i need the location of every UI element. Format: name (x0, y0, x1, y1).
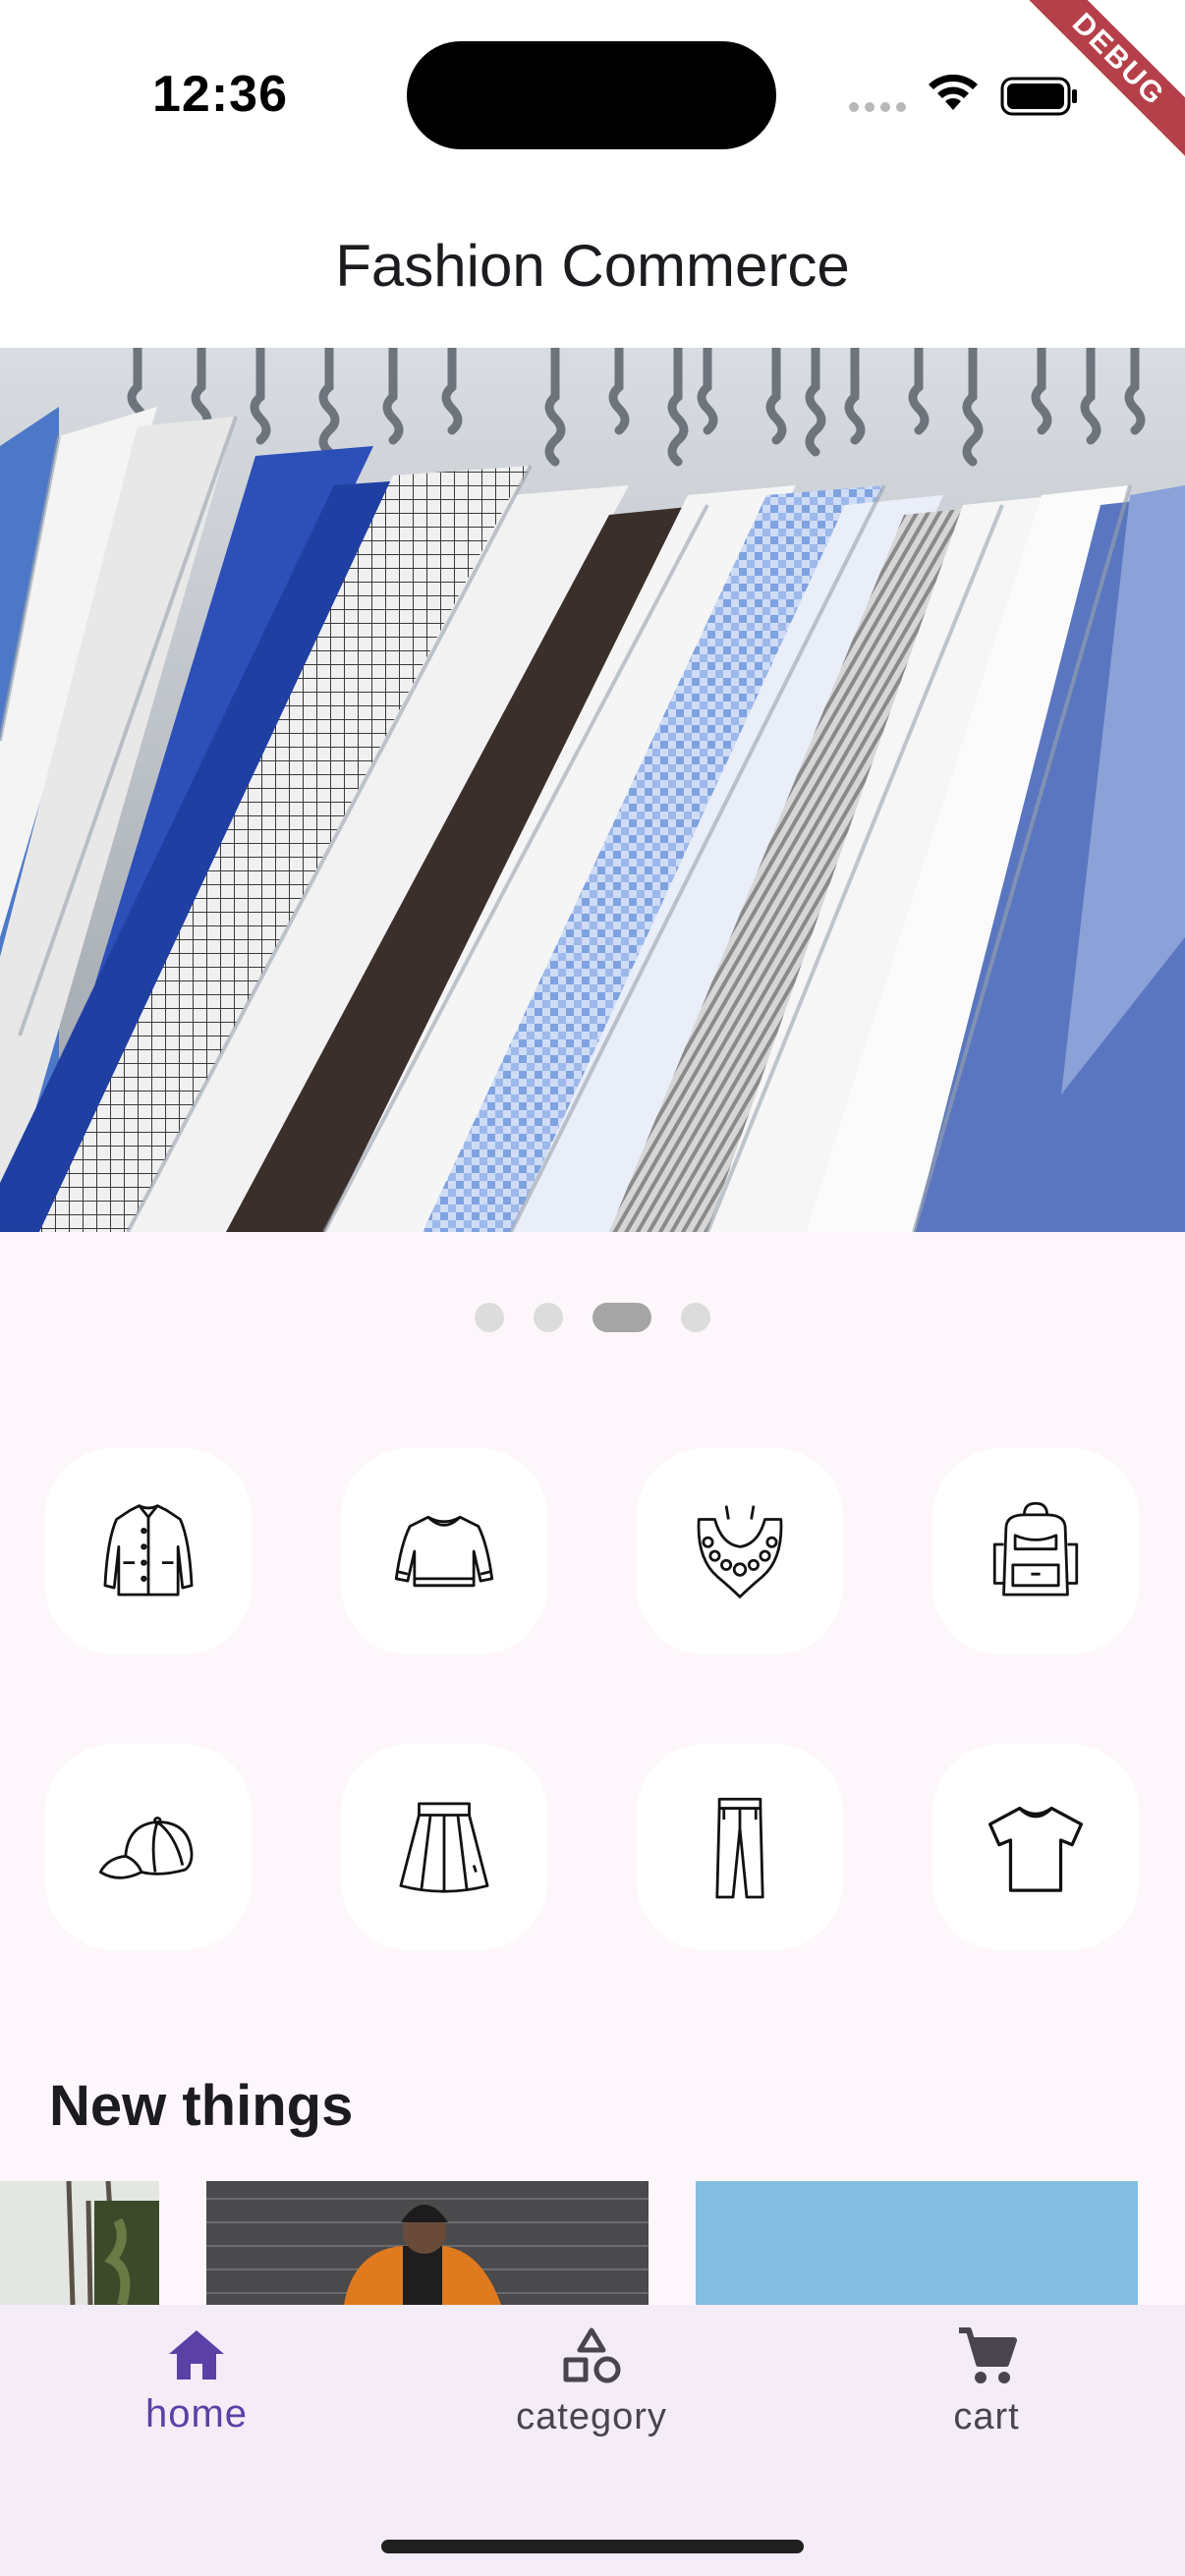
product-card[interactable] (0, 2181, 159, 2305)
nav-item-category[interactable]: category (444, 2326, 739, 2438)
hero-carousel[interactable] (0, 348, 1185, 1232)
pants-icon (715, 1797, 764, 1899)
signal-dots-icon (849, 102, 906, 112)
sweater-icon (394, 1515, 494, 1588)
home-icon (169, 2330, 224, 2380)
nav-label-home: home (144, 2392, 249, 2436)
debug-banner: DEBUG (1013, 0, 1185, 165)
product-card[interactable] (696, 2181, 1138, 2305)
debug-banner-wrap: DEBUG (998, 0, 1185, 187)
app-bar: Fashion Commerce (0, 187, 1185, 348)
page-title: Fashion Commerce (335, 233, 850, 299)
wifi-icon (929, 74, 978, 110)
necklace-icon (697, 1505, 783, 1598)
category-tile-backpack[interactable] (932, 1448, 1139, 1654)
category-tile-pants[interactable] (637, 1744, 843, 1950)
backpack-icon (992, 1501, 1079, 1596)
cap-icon (98, 1817, 194, 1879)
category-icon (563, 2327, 621, 2383)
product-image (206, 2181, 649, 2305)
nav-label-cart: cart (953, 2396, 1020, 2437)
hero-shirts-image (0, 348, 1185, 1232)
status-bar: 12:36 DEBUG (0, 0, 1185, 187)
skirt-icon (399, 1802, 489, 1893)
carousel-dot[interactable] (534, 1303, 563, 1332)
category-tile-tshirt[interactable] (932, 1744, 1139, 1950)
carousel-dot-active[interactable] (592, 1303, 651, 1332)
category-tile-sweater[interactable] (341, 1448, 547, 1654)
carousel-dot[interactable] (475, 1303, 504, 1332)
nav-label-category: category (516, 2396, 667, 2437)
new-things-carousel[interactable] (0, 2181, 1185, 2305)
carousel-indicators (0, 1303, 1185, 1332)
category-tile-cap[interactable] (45, 1744, 252, 1950)
product-image (696, 2181, 1138, 2305)
product-card[interactable] (206, 2181, 649, 2305)
status-time: 12:36 (152, 66, 288, 123)
category-tile-necklace[interactable] (637, 1448, 843, 1654)
category-tile-skirt[interactable] (341, 1744, 547, 1950)
tshirt-icon (988, 1806, 1084, 1892)
dynamic-island (407, 41, 776, 149)
jacket-icon (103, 1504, 194, 1596)
nav-item-home[interactable]: home (49, 2326, 344, 2436)
carousel-dot[interactable] (681, 1303, 710, 1332)
home-indicator[interactable] (381, 2540, 804, 2553)
cart-icon (959, 2327, 1017, 2383)
new-things-title: New things (49, 2074, 354, 2138)
nav-item-cart[interactable]: cart (839, 2326, 1134, 2438)
product-image (0, 2181, 159, 2305)
bottom-navigation: home category cart (0, 2305, 1185, 2576)
category-tile-jacket[interactable] (45, 1448, 252, 1654)
